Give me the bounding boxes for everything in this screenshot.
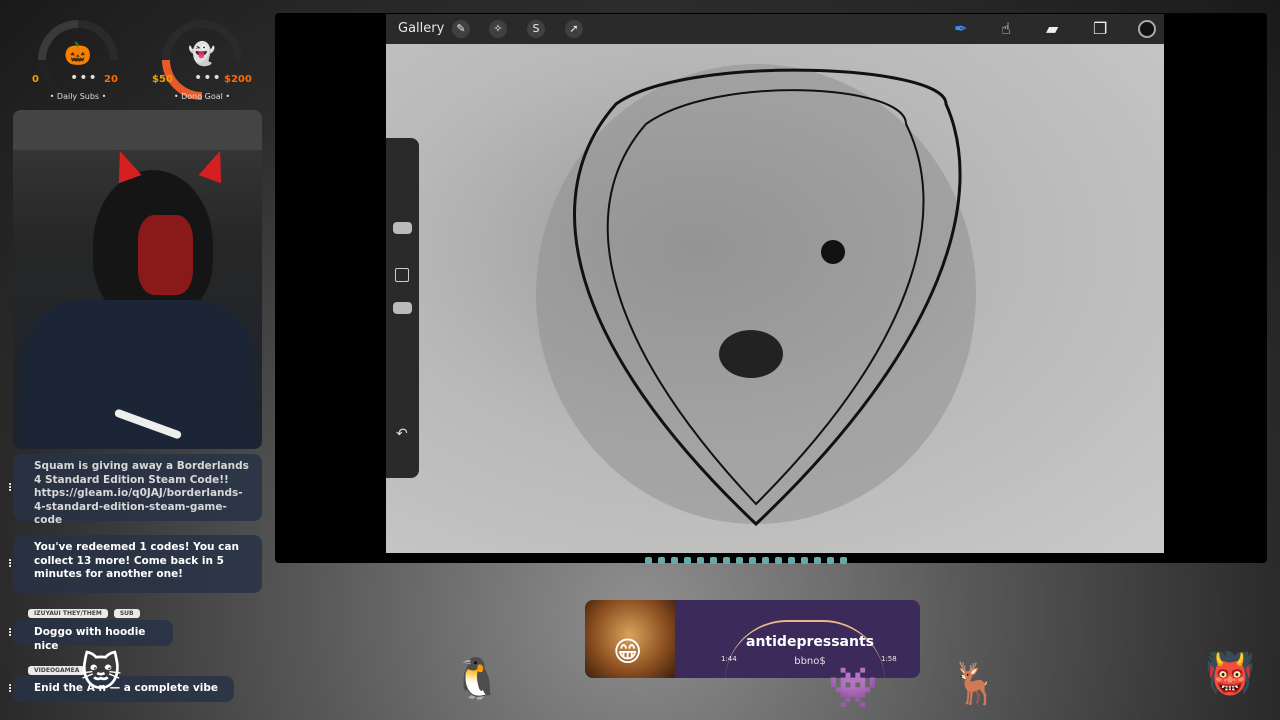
gauge-label: • Dono Goal • — [173, 92, 231, 101]
chat-message: ⋮ You've redeemed 1 codes! You can colle… — [5, 535, 262, 593]
taskbar-icon[interactable] — [710, 556, 717, 564]
taskbar-icon[interactable] — [723, 556, 730, 564]
cat-mascot-icon: 🐱 — [80, 650, 122, 696]
taskbar-icon[interactable] — [697, 556, 704, 564]
layers-icon[interactable]: ❐ — [1093, 19, 1107, 38]
sub-badge: SUB — [113, 609, 140, 618]
taskbar-icon[interactable] — [736, 556, 743, 564]
gauge-label: • Daily Subs • — [49, 92, 107, 101]
brush-size-slider[interactable] — [393, 222, 412, 234]
pronouns: THEY/THEM — [62, 610, 102, 617]
album-art-icon: 😁 — [613, 635, 643, 668]
webcam-feed — [13, 110, 262, 449]
dog-sketch — [536, 64, 976, 527]
tool-sidebar: ↶ — [386, 138, 419, 478]
dog-nose — [719, 330, 783, 378]
chat-message: ⋮ Enid the A n — a complete vibe — [5, 676, 234, 702]
undo-icon[interactable]: ↶ — [396, 426, 408, 442]
app-toolbar: Gallery ✎ ✧ S ➚ ✒ ☝ ▰ ❐ — [386, 14, 1164, 44]
elapsed-time: 1:44 — [721, 655, 737, 663]
duration-time: 1:58 — [881, 655, 897, 663]
chat-message: ⋮ Doggo with hoodie nice — [5, 620, 173, 652]
eraser-icon[interactable]: ▰ — [1046, 19, 1058, 38]
green-monster-mascot-icon: 👾 — [828, 665, 878, 711]
gauge-max: $200 — [224, 74, 252, 85]
song-title: antidepressants — [746, 634, 874, 650]
taskbar-icon[interactable] — [801, 556, 808, 564]
dono-goal-gauge: 👻 $50 ••• $200 • Dono Goal • — [142, 3, 259, 117]
gauge-dots: ••• — [70, 70, 98, 86]
dog-eye — [821, 240, 845, 264]
magic-wand-icon[interactable]: ✧ — [489, 20, 507, 38]
taskbar-icon[interactable] — [658, 556, 665, 564]
daily-subs-gauge: 🎃 0 ••• 20 • Daily Subs • — [18, 3, 135, 117]
red-hair-streak — [138, 215, 193, 295]
gauge-max: 20 — [104, 74, 118, 85]
chat-text: Enid the A n — a complete vibe — [34, 682, 218, 694]
chat-text: Doggo with hoodie nice — [34, 626, 146, 652]
ghost-icon: 👻 — [188, 42, 216, 67]
gauge-dots: ••• — [194, 70, 222, 86]
taskbar — [645, 555, 915, 565]
message-marker: ⋮ — [5, 481, 15, 493]
penguin-mascot-icon: 🐧 — [452, 656, 502, 702]
transform-icon[interactable]: ➚ — [565, 20, 583, 38]
chat-user-badges: IZUYAUI THEY/THEM SUB — [28, 609, 140, 618]
gauge-min: 0 — [32, 74, 39, 85]
background-shelf — [13, 110, 262, 150]
brush-icon[interactable]: ✒ — [954, 19, 967, 38]
message-marker: ⋮ — [5, 683, 15, 695]
username-badge: IZUYAUI THEY/THEM — [28, 609, 108, 618]
taskbar-icon[interactable] — [645, 556, 652, 564]
deer-mascot-icon: 🦌 — [950, 661, 1000, 707]
streamer-body — [23, 300, 253, 449]
taskbar-icon[interactable] — [827, 556, 834, 564]
taskbar-icon[interactable] — [762, 556, 769, 564]
message-marker: ⋮ — [5, 558, 15, 570]
red-monster-mascot-icon: 👹 — [1205, 651, 1255, 697]
chat-text: You've redeemed 1 codes! You can collect… — [34, 541, 239, 580]
drawing-canvas[interactable] — [386, 44, 1164, 553]
color-picker[interactable] — [1138, 20, 1156, 38]
taskbar-icon[interactable] — [840, 556, 847, 564]
devil-horn-right — [198, 146, 232, 184]
taskbar-icon[interactable] — [775, 556, 782, 564]
username: IZUYAUI — [34, 610, 61, 617]
chat-text: Squam is giving away a Borderlands 4 Sta… — [34, 460, 249, 526]
wrench-icon[interactable]: ✎ — [452, 20, 470, 38]
taskbar-icon[interactable] — [788, 556, 795, 564]
modify-button[interactable] — [395, 268, 409, 282]
album-art: 😁 — [585, 600, 675, 678]
taskbar-icon[interactable] — [671, 556, 678, 564]
selection-icon[interactable]: S — [527, 20, 545, 38]
gauge-min: $50 — [152, 74, 173, 85]
taskbar-icon[interactable] — [749, 556, 756, 564]
username-badge: VIDEOGAMEA — [28, 666, 86, 675]
smudge-icon[interactable]: ☝ — [1001, 19, 1011, 38]
message-marker: ⋮ — [5, 627, 15, 639]
gallery-button[interactable]: Gallery — [398, 21, 444, 36]
chat-message: ⋮ Squam is giving away a Borderlands 4 S… — [5, 454, 262, 526]
pumpkin-icon: 🎃 — [64, 42, 92, 67]
opacity-slider[interactable] — [393, 302, 412, 314]
taskbar-icon[interactable] — [814, 556, 821, 564]
taskbar-icon[interactable] — [684, 556, 691, 564]
chat-user-badges: VIDEOGAMEA — [28, 666, 86, 675]
